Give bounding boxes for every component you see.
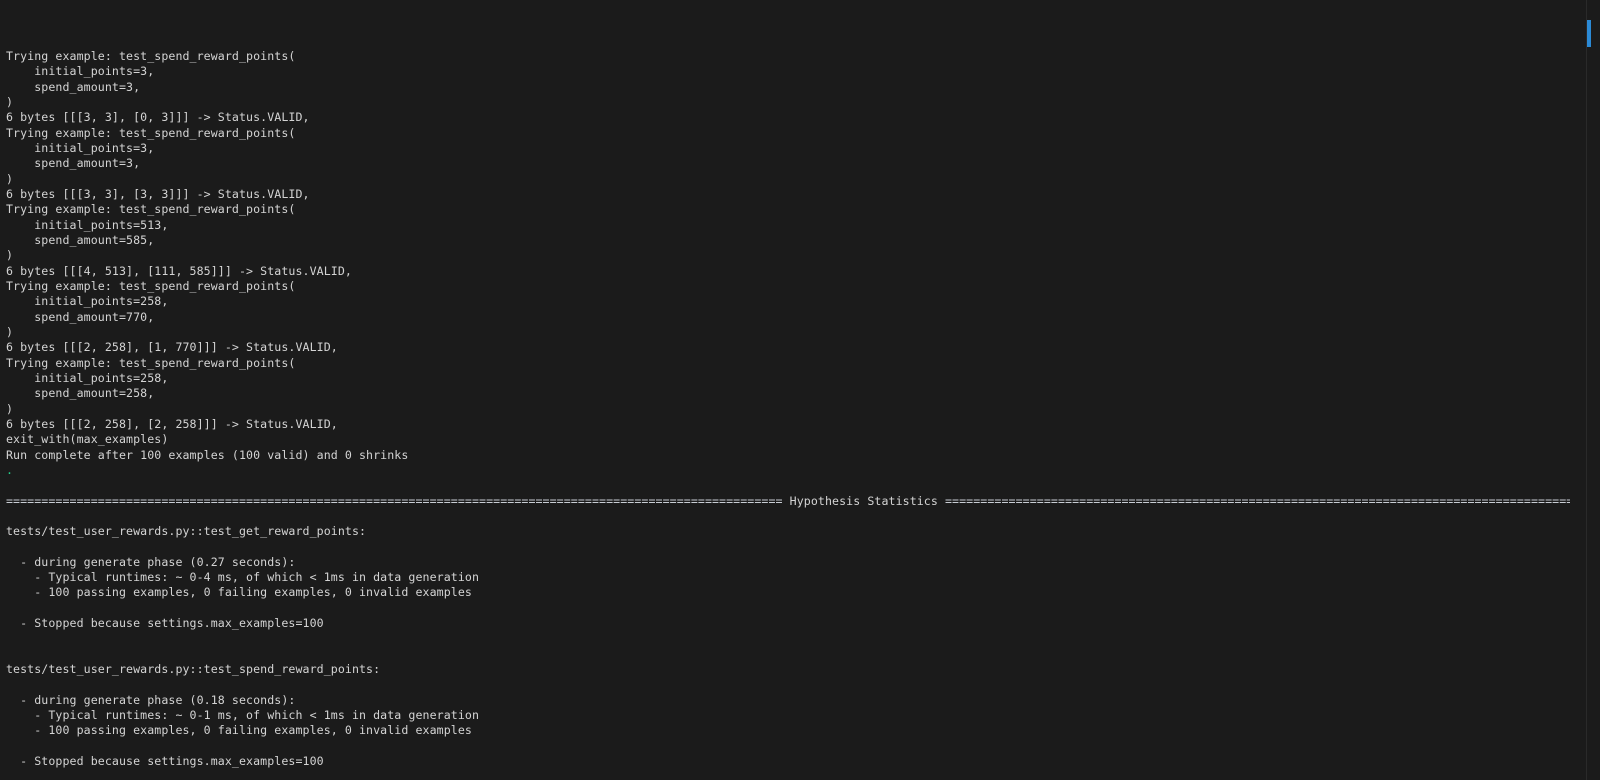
- console-line-text: - during generate phase (0.27 seconds):: [6, 554, 296, 569]
- console-line: - Stopped because settings.max_examples=…: [6, 616, 1570, 631]
- console-line-text: spend_amount=3,: [6, 79, 141, 94]
- console-line-text: Trying example: test_spend_reward_points…: [6, 48, 296, 63]
- console-line: 6 bytes [[[2, 258], [2, 258]]] -> Status…: [6, 417, 1570, 432]
- console-line: - Stopped because settings.max_examples=…: [6, 754, 1570, 769]
- console-line: - Typical runtimes: ~ 0-4 ms, of which <…: [6, 570, 1570, 585]
- console-line-text: - during generate phase (0.18 seconds):: [6, 692, 296, 707]
- scrollbar-track[interactable]: [1586, 0, 1600, 780]
- console-line: initial_points=3,: [6, 141, 1570, 156]
- console-line-text: 6 bytes [[[2, 258], [1, 770]]] -> Status…: [6, 340, 338, 355]
- console-line-text: 6 bytes [[[2, 258], [2, 258]]] -> Status…: [6, 416, 338, 431]
- console-line: initial_points=3,: [6, 64, 1570, 79]
- console-line: 6 bytes [[[2, 258], [1, 770]]] -> Status…: [6, 340, 1570, 355]
- console-line-text: 6 bytes [[[3, 3], [0, 3]]] -> Status.VAL…: [6, 110, 310, 125]
- console-line: ): [6, 248, 1570, 263]
- console-line: exit_with(max_examples): [6, 432, 1570, 447]
- console-line: spend_amount=770,: [6, 310, 1570, 325]
- console-line: - Typical runtimes: ~ 0-1 ms, of which <…: [6, 708, 1570, 723]
- console-line-text: spend_amount=770,: [6, 309, 155, 324]
- console-line: Trying example: test_spend_reward_points…: [6, 356, 1570, 371]
- console-line-text: initial_points=3,: [6, 64, 155, 79]
- console-line: - during generate phase (0.18 seconds):: [6, 693, 1570, 708]
- console-line-text: tests/test_user_rewards.py::test_get_rew…: [6, 524, 367, 539]
- console-line-text: exit_with(max_examples): [6, 432, 169, 447]
- console-line: Trying example: test_spend_reward_points…: [6, 202, 1570, 217]
- console-line: spend_amount=3,: [6, 156, 1570, 171]
- console-line-text: ): [6, 248, 14, 263]
- separator-rule-right: ========================================…: [945, 493, 1570, 508]
- console-line-text: Run complete after 100 examples (100 val…: [6, 447, 409, 462]
- console-line-text: - 100 passing examples, 0 failing exampl…: [6, 723, 472, 738]
- console-line-text: - Stopped because settings.max_examples=…: [6, 616, 324, 631]
- console-line-text: 6 bytes [[[3, 3], [3, 3]]] -> Status.VAL…: [6, 186, 310, 201]
- console-line: 6 bytes [[[3, 3], [3, 3]]] -> Status.VAL…: [6, 187, 1570, 202]
- console-line-text: - Typical runtimes: ~ 0-4 ms, of which <…: [6, 570, 480, 585]
- console-line: - 100 passing examples, 0 failing exampl…: [6, 723, 1570, 738]
- console-line-text: tests/test_user_rewards.py::test_spend_r…: [6, 662, 381, 677]
- hypothesis-statistics-title: Hypothesis Statistics: [782, 493, 945, 508]
- console-line: tests/test_user_rewards.py::test_get_rew…: [6, 524, 1570, 539]
- console-line-text: initial_points=258,: [6, 370, 169, 385]
- console-line: Run complete after 100 examples (100 val…: [6, 448, 1570, 463]
- console-line: 6 bytes [[[4, 513], [111, 585]]] -> Stat…: [6, 264, 1570, 279]
- console-line: ): [6, 325, 1570, 340]
- console-line: initial_points=258,: [6, 294, 1570, 309]
- console-line: ): [6, 172, 1570, 187]
- console-line-text: - Stopped because settings.max_examples=…: [6, 754, 324, 769]
- console-line-text: .: [6, 462, 14, 477]
- console-line: spend_amount=3,: [6, 80, 1570, 95]
- terminal-window: Trying example: test_spend_reward_points…: [0, 0, 1600, 780]
- console-line: spend_amount=585,: [6, 233, 1570, 248]
- console-line: spend_amount=258,: [6, 386, 1570, 401]
- console-line-text: Trying example: test_spend_reward_points…: [6, 278, 296, 293]
- console-line: tests/test_user_rewards.py::test_spend_r…: [6, 662, 1570, 677]
- scrollbar-thumb[interactable]: [1587, 20, 1591, 47]
- console-line: initial_points=258,: [6, 371, 1570, 386]
- console-output[interactable]: Trying example: test_spend_reward_points…: [0, 0, 1570, 780]
- console-line: Trying example: test_spend_reward_points…: [6, 279, 1570, 294]
- console-line-text: ): [6, 401, 14, 416]
- test-progress-dot: .: [6, 463, 1570, 478]
- console-line: Trying example: test_spend_reward_points…: [6, 49, 1570, 64]
- console-line: - 100 passing examples, 0 failing exampl…: [6, 585, 1570, 600]
- console-line: initial_points=513,: [6, 218, 1570, 233]
- console-line-text: Trying example: test_spend_reward_points…: [6, 355, 296, 370]
- separator-rule-left: ========================================…: [6, 493, 783, 508]
- console-line-text: ): [6, 324, 14, 339]
- console-line-text: 6 bytes [[[4, 513], [111, 585]]] -> Stat…: [6, 263, 352, 278]
- console-line-text: ): [6, 94, 14, 109]
- console-line-text: - Typical runtimes: ~ 0-1 ms, of which <…: [6, 708, 480, 723]
- console-line-text: initial_points=513,: [6, 217, 169, 232]
- console-line-text: initial_points=3,: [6, 140, 155, 155]
- console-line-text: ): [6, 171, 14, 186]
- console-line: Trying example: test_spend_reward_points…: [6, 126, 1570, 141]
- console-line: ): [6, 95, 1570, 110]
- hypothesis-statistics-separator: ========================================…: [6, 494, 1570, 509]
- console-line-text: Trying example: test_spend_reward_points…: [6, 202, 296, 217]
- console-line: 6 bytes [[[3, 3], [0, 3]]] -> Status.VAL…: [6, 110, 1570, 125]
- console-line-text: - 100 passing examples, 0 failing exampl…: [6, 585, 472, 600]
- console-line-text: spend_amount=3,: [6, 156, 141, 171]
- console-line-text: spend_amount=585,: [6, 232, 155, 247]
- console-line-text: initial_points=258,: [6, 294, 169, 309]
- console-line-text: Trying example: test_spend_reward_points…: [6, 125, 296, 140]
- console-line-text: spend_amount=258,: [6, 386, 155, 401]
- console-line: - during generate phase (0.27 seconds):: [6, 555, 1570, 570]
- console-line: ): [6, 402, 1570, 417]
